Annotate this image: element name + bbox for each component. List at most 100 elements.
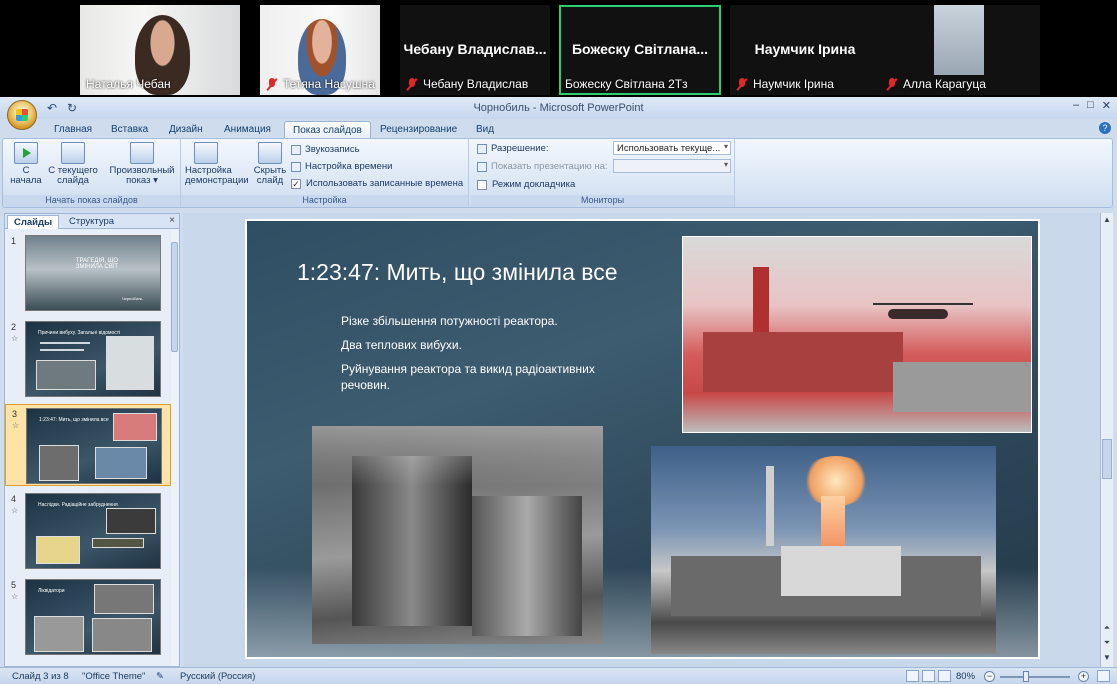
participant-tile-active-speaker[interactable]: Божеску Світлана... Божеску Світлана 2Тз — [559, 5, 721, 95]
mic-off-icon — [886, 78, 898, 90]
tab-animation[interactable]: Анимация — [216, 121, 279, 138]
animation-star-icon: ☆ — [12, 421, 20, 430]
record-narration-button[interactable]: Звукозапись — [291, 144, 360, 155]
participant-tile[interactable]: Наталья Чебан — [80, 5, 240, 95]
participant-name: Чебану Владислав — [406, 77, 528, 91]
monitor-icon — [477, 143, 487, 154]
tab-insert[interactable]: Вставка — [103, 121, 156, 138]
slide-thumbnail-image: Причини вибуху. Загальні відомості — [25, 321, 161, 397]
participant-name: Божеску Світлана 2Тз — [565, 77, 688, 91]
tab-home[interactable]: Главная — [46, 121, 100, 138]
fit-to-window-icon[interactable] — [1097, 670, 1110, 682]
language[interactable]: Русский (Россия) — [180, 671, 255, 682]
minimize-button[interactable]: ‒ — [1073, 99, 1079, 112]
checkbox-checked-icon: ✓ — [291, 178, 301, 189]
scroll-thumb[interactable] — [1102, 439, 1112, 479]
slide-number: 1 — [11, 236, 17, 246]
close-button[interactable]: ✕ — [1102, 99, 1111, 112]
maximize-button[interactable]: □ — [1087, 99, 1094, 112]
mic-off-icon — [406, 78, 418, 90]
use-timings-checkbox[interactable]: ✓ Использовать записанные времена — [291, 178, 463, 189]
ribbon: С начала С текущего слайда Произвольный … — [2, 138, 1113, 208]
slide-bullet[interactable]: Різке збільшення потужності реактора. — [341, 313, 631, 329]
current-slide[interactable]: 1:23:47: Мить, що змінила все Різке збіл… — [245, 219, 1040, 659]
zoom-level[interactable]: 80% — [956, 671, 975, 682]
zoom-slider-handle[interactable] — [1023, 671, 1029, 682]
from-current-slide-button[interactable]: С текущего слайда — [47, 142, 99, 186]
participant-tile[interactable]: Наумчик Ірина Наумчик Ірина — [730, 5, 880, 95]
tab-slides[interactable]: Слайды — [7, 215, 60, 229]
participant-name-large: Наумчик Ірина — [754, 41, 856, 57]
slides-panel: Слайды Структура × 1 ТРАГЕДІЯ, ЩО ЗМІНИЛ… — [4, 213, 180, 667]
tab-view[interactable]: Вид — [468, 121, 502, 138]
slide-title[interactable]: 1:23:47: Мить, що змінила все — [297, 259, 618, 286]
slide-thumbnail-selected[interactable]: 3 ☆ 1:23:47: Мить, що змінила все — [5, 404, 171, 486]
help-icon[interactable]: ? — [1099, 122, 1111, 134]
microphone-icon — [291, 144, 301, 155]
video-strip: Наталья Чебан Тетяна Насушна Чебану Влад… — [0, 0, 1117, 98]
play-icon — [14, 142, 38, 164]
window-title: Чорнобиль - Microsoft PowerPoint — [473, 102, 644, 114]
participant-tile[interactable]: Тетяна Насушна — [260, 5, 380, 95]
slide-thumbnail-image: ТРАГЕДІЯ, ЩО ЗМІНИЛА СВІТ Чорнобиль — [25, 235, 161, 311]
slide-thumbnail-image: Наслідки. Радіаційне забруднення — [25, 493, 161, 569]
spellcheck-icon[interactable]: ✎ — [156, 671, 164, 682]
presenter-view-checkbox[interactable]: Режим докладчика — [477, 179, 575, 190]
photo-destroyed-reactor[interactable] — [312, 426, 603, 644]
theme-name[interactable]: "Office Theme" — [82, 671, 145, 682]
resolution-dropdown[interactable]: Использовать текуще... ▾ — [613, 141, 731, 155]
chevron-down-icon: ▾ — [723, 160, 728, 169]
tab-slide-show[interactable]: Показ слайдов — [284, 121, 371, 138]
slide-bullet[interactable]: Руйнування реактора та викид радіоактивн… — [341, 361, 631, 393]
zoom-out-icon[interactable]: − — [984, 671, 995, 682]
tab-design[interactable]: Дизайн — [161, 121, 211, 138]
slide-number: 2 — [11, 322, 17, 332]
tab-outline[interactable]: Структура — [63, 215, 120, 229]
ribbon-tabs: Главная Вставка Дизайн Анимация Показ сл… — [0, 119, 1117, 138]
photo-reactor-explosion[interactable] — [651, 446, 996, 654]
normal-view-icon[interactable] — [906, 670, 919, 682]
resolution-label: Разрешение: — [477, 143, 549, 154]
previous-slide-icon[interactable]: ⏶ — [1102, 623, 1112, 633]
zoom-slider[interactable] — [1000, 676, 1070, 678]
slide-scrollbar[interactable]: ▲ ⏶ ⏷ ▼ — [1100, 213, 1113, 667]
tab-review[interactable]: Рецензирование — [372, 121, 465, 138]
setup-show-button[interactable]: Настройка демонстрации — [185, 142, 249, 186]
slide-sorter-view-icon[interactable] — [922, 670, 935, 682]
next-slide-icon[interactable]: ⏷ — [1102, 638, 1112, 648]
slide-thumbnail[interactable]: 2 ☆ Причини вибуху. Загальні відомості — [5, 318, 171, 400]
slide-thumbnail[interactable]: 1 ТРАГЕДІЯ, ЩО ЗМІНИЛА СВІТ Чорнобиль — [5, 232, 171, 314]
scroll-down-icon[interactable]: ▼ — [1102, 653, 1112, 662]
rehearse-timings-button[interactable]: Настройка времени — [291, 161, 392, 172]
photo-power-plant-helicopter[interactable] — [682, 236, 1032, 433]
close-icon[interactable]: × — [169, 215, 175, 226]
slide-thumbnail[interactable]: 4 ☆ Наслідки. Радіаційне забруднення — [5, 490, 171, 572]
hide-slide-icon — [258, 142, 282, 164]
from-beginning-button[interactable]: С начала — [9, 142, 43, 186]
office-button[interactable] — [7, 100, 37, 130]
hide-slide-button[interactable]: Скрыть слайд — [253, 142, 287, 186]
thumb-title: 1:23:47: Мить, що змінила все — [39, 417, 109, 423]
scroll-up-icon[interactable]: ▲ — [1102, 215, 1112, 224]
title-bar: ↶ ↻ Чорнобиль - Microsoft PowerPoint ‒ □… — [0, 97, 1117, 119]
participant-name: Наумчик Ірина — [736, 77, 834, 91]
slide-show-view-icon[interactable] — [938, 670, 951, 682]
clock-icon — [291, 161, 301, 172]
monitor-icon — [477, 161, 487, 172]
projector-icon — [61, 142, 85, 164]
slide-bullet[interactable]: Два теплових вибухи. — [341, 337, 631, 353]
participant-name: Наталья Чебан — [86, 77, 171, 91]
zoom-in-icon[interactable]: + — [1078, 671, 1089, 682]
custom-show-icon — [130, 142, 154, 164]
custom-show-button[interactable]: Произвольный показ ▾ — [107, 142, 177, 186]
slides-panel-scrollbar[interactable] — [171, 230, 178, 666]
show-on-dropdown[interactable]: ▾ — [613, 159, 731, 173]
participant-tile[interactable]: Чебану Владислав... Чебану Владислав — [400, 5, 550, 95]
setup-show-icon — [194, 142, 218, 164]
animation-star-icon: ☆ — [11, 334, 19, 343]
participant-name-large: Божеску Світлана... — [571, 41, 709, 57]
group-label: Начать показ слайдов — [3, 195, 180, 207]
participant-tile[interactable]: Алла Карагуца — [880, 5, 1040, 95]
powerpoint-window: ↶ ↻ Чорнобиль - Microsoft PowerPoint ‒ □… — [0, 97, 1117, 684]
slide-thumbnail[interactable]: 5 ☆ Ліквідатори — [5, 576, 171, 658]
